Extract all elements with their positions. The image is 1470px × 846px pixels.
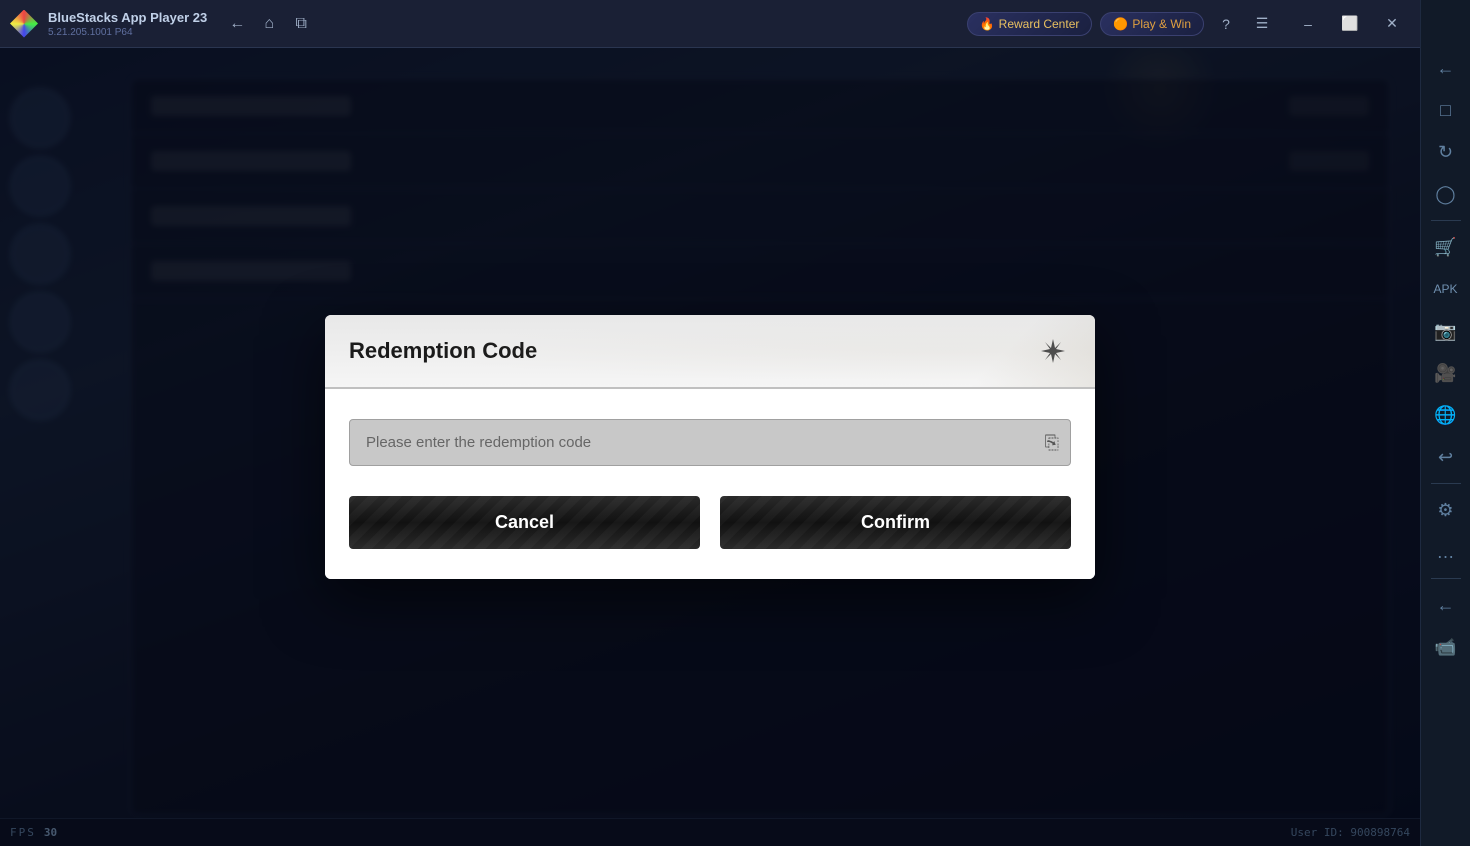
- minimize-button[interactable]: –: [1288, 8, 1328, 40]
- home-button[interactable]: ⌂: [255, 10, 283, 38]
- dialog-header: Redemption Code: [325, 315, 1095, 389]
- sidebar-globe-icon[interactable]: 🌐: [1426, 395, 1466, 435]
- sidebar-record-icon[interactable]: ◯: [1426, 174, 1466, 214]
- app-logo: [8, 8, 40, 40]
- redemption-code-input[interactable]: [349, 419, 1071, 466]
- close-star-icon: [1039, 337, 1067, 365]
- fire-icon: 🔥: [980, 17, 995, 31]
- sidebar-undo-icon[interactable]: ↩: [1426, 437, 1466, 477]
- close-button[interactable]: ✕: [1372, 8, 1412, 40]
- sidebar-rotate-icon[interactable]: ↻: [1426, 132, 1466, 172]
- right-sidebar: ← □ ↻ ◯ 🛒 APK 📷 🎥 🌐 ↩ ⚙ … ← 📹: [1420, 0, 1470, 846]
- close-dialog-button[interactable]: [1035, 333, 1071, 369]
- dialog-body: ⎘ Cancel Confirm: [325, 389, 1095, 579]
- titlebar-nav: ← ⌂ ⧉: [223, 10, 315, 38]
- app-version: 5.21.205.1001 P64: [48, 27, 207, 38]
- sidebar-settings-icon[interactable]: ⚙: [1426, 490, 1466, 530]
- cancel-label: Cancel: [495, 512, 554, 532]
- confirm-button[interactable]: Confirm: [720, 496, 1071, 549]
- titlebar-title-group: BlueStacks App Player 23 5.21.205.1001 P…: [48, 9, 207, 38]
- sidebar-arrow-icon[interactable]: ←: [1426, 48, 1466, 88]
- dialog-overlay: Redemption Code ⎘ Cancel: [0, 48, 1420, 846]
- back-button[interactable]: ←: [223, 10, 251, 38]
- logo-shape: [10, 10, 38, 38]
- sidebar-video-icon[interactable]: 🎥: [1426, 353, 1466, 393]
- sidebar-camera2-icon[interactable]: 📹: [1426, 627, 1466, 667]
- sidebar-apk-icon[interactable]: APK: [1426, 269, 1466, 309]
- paste-icon[interactable]: ⎘: [1045, 432, 1059, 453]
- confirm-label: Confirm: [861, 512, 930, 532]
- window-controls: – ⬜ ✕: [1288, 8, 1412, 40]
- sidebar-divider: [1431, 220, 1461, 221]
- reward-center-button[interactable]: 🔥 Reward Center: [967, 12, 1093, 36]
- tabs-button[interactable]: ⧉: [287, 10, 315, 38]
- sidebar-collapse-icon[interactable]: ←: [1426, 585, 1466, 625]
- play-win-label: Play & Win: [1132, 17, 1191, 31]
- coin-icon: 🟠: [1113, 17, 1128, 31]
- titlebar: BlueStacks App Player 23 5.21.205.1001 P…: [0, 0, 1420, 48]
- sidebar-screen-icon[interactable]: □: [1426, 90, 1466, 130]
- sidebar-store-icon[interactable]: 🛒: [1426, 227, 1466, 267]
- titlebar-right: 🔥 Reward Center 🟠 Play & Win ? ☰ – ⬜ ✕: [967, 8, 1412, 40]
- maximize-button[interactable]: ⬜: [1330, 8, 1370, 40]
- app-name: BlueStacks App Player 23: [48, 10, 207, 25]
- sidebar-more-icon[interactable]: …: [1426, 532, 1466, 572]
- redemption-input-wrap: ⎘: [349, 419, 1071, 466]
- sidebar-divider: [1431, 483, 1461, 484]
- dialog-title: Redemption Code: [349, 338, 537, 364]
- help-button[interactable]: ?: [1212, 10, 1240, 38]
- reward-center-label: Reward Center: [999, 17, 1080, 31]
- play-win-button[interactable]: 🟠 Play & Win: [1100, 12, 1204, 36]
- cancel-button[interactable]: Cancel: [349, 496, 700, 549]
- sidebar-divider: [1431, 578, 1461, 579]
- redemption-code-dialog: Redemption Code ⎘ Cancel: [325, 315, 1095, 579]
- dialog-buttons: Cancel Confirm: [349, 496, 1071, 549]
- menu-button[interactable]: ☰: [1248, 10, 1276, 38]
- sidebar-camera-icon[interactable]: 📷: [1426, 311, 1466, 351]
